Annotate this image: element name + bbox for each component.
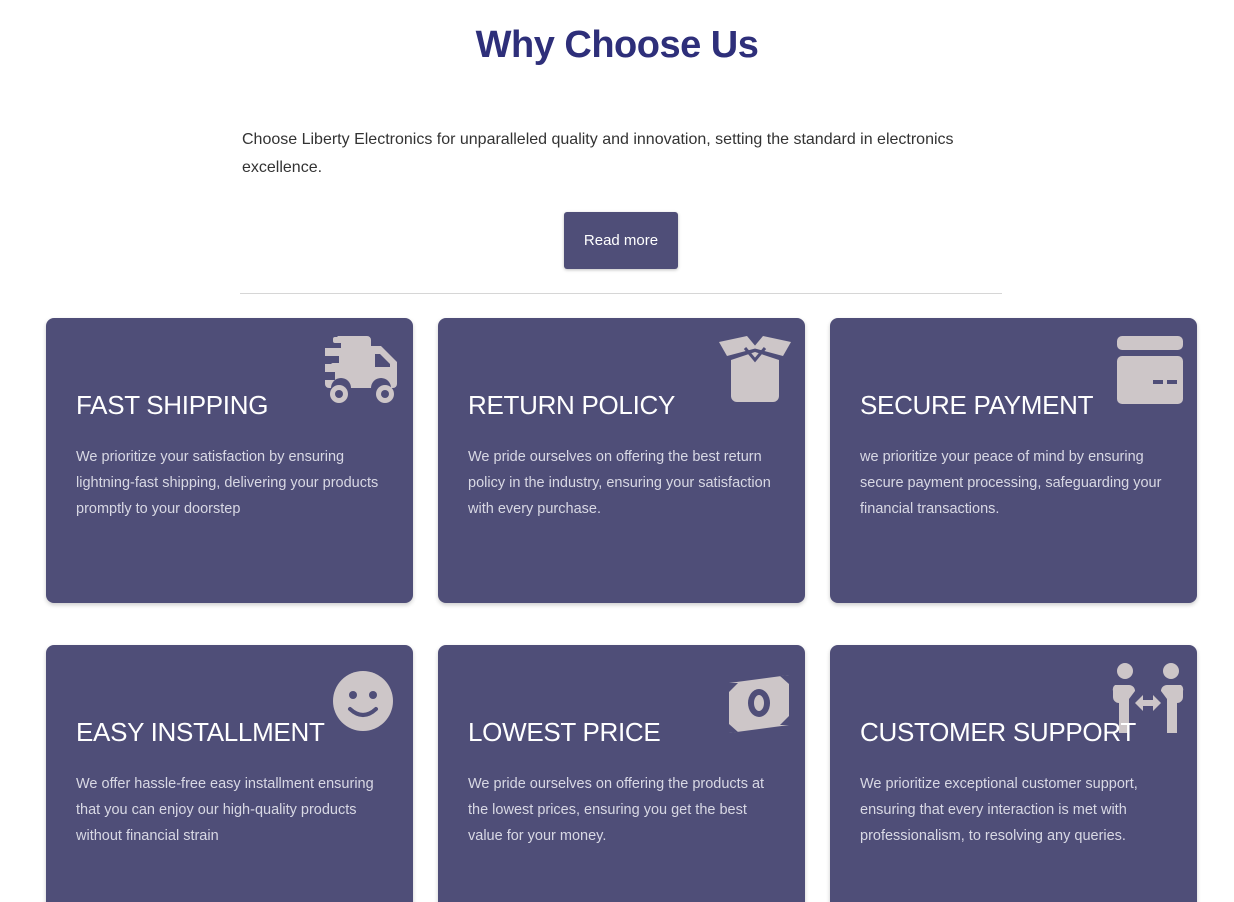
feature-card-return-policy: RETURN POLICY We pride ourselves on offe… (438, 318, 805, 603)
section-divider (240, 293, 1002, 294)
read-more-button[interactable]: Read more (564, 212, 678, 269)
card-title: SECURE PAYMENT (860, 390, 1094, 420)
why-choose-us-section: Why Choose Us Choose Liberty Electronics… (0, 0, 1234, 902)
feature-card-fast-shipping: FAST SHIPPING We prioritize your satisfa… (46, 318, 413, 603)
truck-fast-icon (323, 332, 403, 412)
card-title: FAST SHIPPING (76, 390, 269, 420)
feature-card-easy-installment: EASY INSTALLMENT We offer hassle-free ea… (46, 645, 413, 902)
money-bill-icon (715, 659, 795, 739)
card-text: We offer hassle-free easy installment en… (76, 776, 374, 844)
card-title: EASY INSTALLMENT (76, 717, 325, 747)
card-text: We prioritize your satisfaction by ensur… (76, 449, 379, 517)
feature-card-lowest-price: LOWEST PRICE We pride ourselves on offer… (438, 645, 805, 902)
card-title: CUSTOMER SUPPORT (860, 717, 1136, 747)
section-title: Why Choose Us (475, 24, 759, 66)
feature-card-secure-payment: SECURE PAYMENT we prioritize your peace … (830, 318, 1197, 603)
feature-card-customer-support: CUSTOMER SUPPORT We prioritize exception… (830, 645, 1197, 902)
smile-icon (323, 659, 403, 739)
credit-card-icon (1107, 332, 1187, 412)
card-text: we prioritize your peace of mind by ensu… (860, 449, 1162, 517)
section-intro: Choose Liberty Electronics for unparalle… (242, 131, 954, 176)
card-title: RETURN POLICY (468, 390, 676, 420)
card-text: We pride ourselves on offering the produ… (468, 776, 765, 844)
card-text: We pride ourselves on offering the best … (468, 449, 771, 517)
card-title: LOWEST PRICE (468, 717, 661, 747)
box-open-icon (715, 332, 795, 412)
card-text: We prioritize exceptional customer suppo… (860, 776, 1138, 844)
